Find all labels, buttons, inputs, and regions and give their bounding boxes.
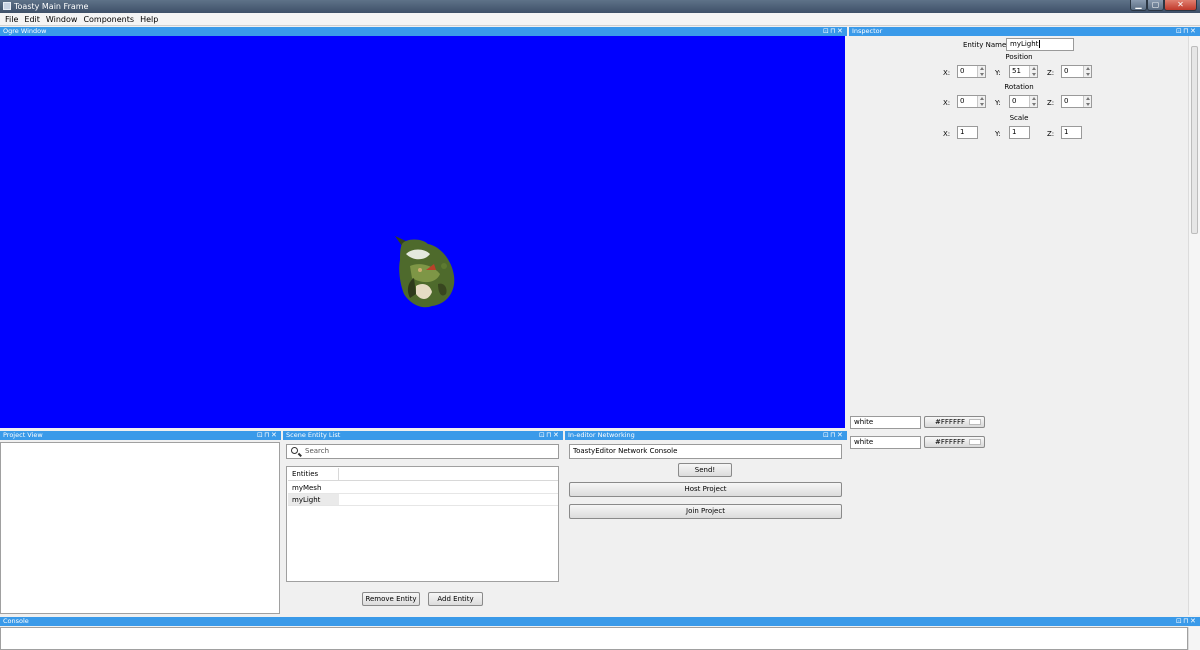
host-project-button[interactable]: Host Project (569, 482, 842, 497)
menu-edit[interactable]: Edit (21, 13, 43, 26)
entities-column-header[interactable]: Entities (288, 468, 558, 481)
console-title: Console (3, 617, 29, 625)
ogre-3d-viewport[interactable] (0, 36, 845, 428)
network-console-field[interactable]: ToastyEditor Network Console (569, 444, 842, 459)
pin-icon[interactable]: ⊓ (830, 27, 837, 36)
join-project-button[interactable]: Join Project (569, 504, 842, 519)
menu-file[interactable]: File (2, 13, 21, 26)
send-button[interactable]: Send! (678, 463, 732, 477)
pin-icon[interactable]: ⊓ (264, 431, 271, 440)
project-view-header: Project View ⊡⊓✕ (0, 431, 281, 440)
entity-list[interactable]: Entities myMesh myLight (286, 466, 559, 582)
menu-window[interactable]: Window (43, 13, 81, 26)
pin-icon[interactable]: ⊓ (830, 431, 837, 440)
rotation-y-input[interactable]: 0 (1009, 95, 1038, 108)
inspector-scrollbar[interactable] (1188, 36, 1200, 615)
close-icon[interactable]: ✕ (1190, 617, 1197, 626)
restore-icon[interactable]: ⊡ (823, 27, 830, 36)
window-title: Toasty Main Frame (14, 2, 89, 11)
console-scrollbar[interactable] (1188, 627, 1200, 650)
maximize-button[interactable]: ▢ (1147, 0, 1164, 11)
inspector-scrollbar-thumb[interactable] (1191, 46, 1198, 234)
position-label: Position (1005, 53, 1033, 61)
entity-name-label: Entity Name: (963, 41, 1009, 49)
scale-y-input[interactable]: 1 (1009, 126, 1030, 139)
position-x-input[interactable]: 0 (957, 65, 986, 78)
restore-icon[interactable]: ⊡ (823, 431, 830, 440)
remove-entity-button[interactable]: Remove Entity (362, 592, 420, 606)
inspector-header: Inspector ⊡⊓✕ (849, 27, 1200, 36)
pin-icon[interactable]: ⊓ (1183, 617, 1190, 626)
restore-icon[interactable]: ⊡ (539, 431, 546, 440)
entity-search-input[interactable]: Search (286, 444, 559, 459)
position-y-input[interactable]: 51 (1009, 65, 1038, 78)
entity-name-field[interactable]: myLight (1006, 38, 1074, 51)
networking-header: In-editor Networking ⊡⊓✕ (565, 431, 847, 440)
color-name-field-1[interactable]: white (850, 416, 921, 429)
restore-icon[interactable]: ⊡ (257, 431, 264, 440)
project-view-title: Project View (3, 431, 43, 439)
minimize-button[interactable]: ▁ (1130, 0, 1147, 11)
window-titlebar: Toasty Main Frame ▁ ▢ ✕ (0, 0, 1200, 13)
pin-icon[interactable]: ⊓ (1183, 27, 1190, 36)
add-entity-button[interactable]: Add Entity (428, 592, 483, 606)
ogre-head-model (395, 236, 455, 308)
console-header: Console ⊡⊓✕ (0, 617, 1200, 626)
position-z-label: Z: (1047, 69, 1055, 77)
scale-label: Scale (1009, 114, 1029, 122)
menu-bar: File Edit Window Components Help (0, 13, 1200, 26)
restore-icon[interactable]: ⊡ (1176, 617, 1183, 626)
close-icon[interactable]: ✕ (837, 431, 844, 440)
inspector-title: Inspector (852, 27, 883, 35)
close-window-button[interactable]: ✕ (1164, 0, 1197, 11)
networking-title: In-editor Networking (568, 431, 635, 439)
close-icon[interactable]: ✕ (271, 431, 278, 440)
scale-x-label: X: (943, 130, 951, 138)
close-icon[interactable]: ✕ (553, 431, 560, 440)
scene-entity-list-panel: Scene Entity List ⊡⊓✕ Search Entities my… (283, 431, 563, 615)
position-x-label: X: (943, 69, 951, 77)
ogre-window-panel: Ogre Window ⊡⊓✕ (0, 27, 847, 428)
scene-entity-list-title: Scene Entity List (286, 431, 341, 439)
position-z-input[interactable]: 0 (1061, 65, 1092, 78)
search-icon (291, 447, 298, 454)
rotation-x-input[interactable]: 0 (957, 95, 986, 108)
restore-icon[interactable]: ⊡ (1176, 27, 1183, 36)
rotation-x-label: X: (943, 99, 951, 107)
project-view-content[interactable] (0, 442, 280, 614)
networking-panel: In-editor Networking ⊡⊓✕ ToastyEditor Ne… (565, 431, 847, 615)
menu-help[interactable]: Help (137, 13, 161, 26)
color-picker-button-1[interactable]: #FFFFFF (924, 416, 985, 428)
scene-entity-list-header: Scene Entity List ⊡⊓✕ (283, 431, 563, 440)
ogre-window-title: Ogre Window (3, 27, 47, 35)
rotation-label: Rotation (1004, 83, 1034, 91)
rotation-z-input[interactable]: 0 (1061, 95, 1092, 108)
inspector-panel: Inspector ⊡⊓✕ Entity Name: myLight Posit… (849, 27, 1200, 615)
console-output[interactable] (0, 627, 1188, 650)
close-icon[interactable]: ✕ (1190, 27, 1197, 36)
color-picker-button-2[interactable]: #FFFFFF (924, 436, 985, 448)
rotation-z-label: Z: (1047, 99, 1055, 107)
entity-row-mylight[interactable]: myLight (288, 494, 558, 506)
project-view-panel: Project View ⊡⊓✕ (0, 431, 281, 615)
entity-row-mymesh[interactable]: myMesh (288, 482, 558, 494)
scale-x-input[interactable]: 1 (957, 126, 978, 139)
menu-components[interactable]: Components (80, 13, 137, 26)
scale-y-label: Y: (995, 130, 1001, 138)
scale-z-label: Z: (1047, 130, 1055, 138)
rotation-y-label: Y: (995, 99, 1001, 107)
ogre-window-header: Ogre Window ⊡⊓✕ (0, 27, 847, 36)
console-panel: Console ⊡⊓✕ (0, 617, 1200, 650)
color-name-field-2[interactable]: white (850, 436, 921, 449)
position-y-label: Y: (995, 69, 1001, 77)
app-icon (3, 2, 11, 10)
close-icon[interactable]: ✕ (837, 27, 844, 36)
pin-icon[interactable]: ⊓ (546, 431, 553, 440)
scale-z-input[interactable]: 1 (1061, 126, 1082, 139)
